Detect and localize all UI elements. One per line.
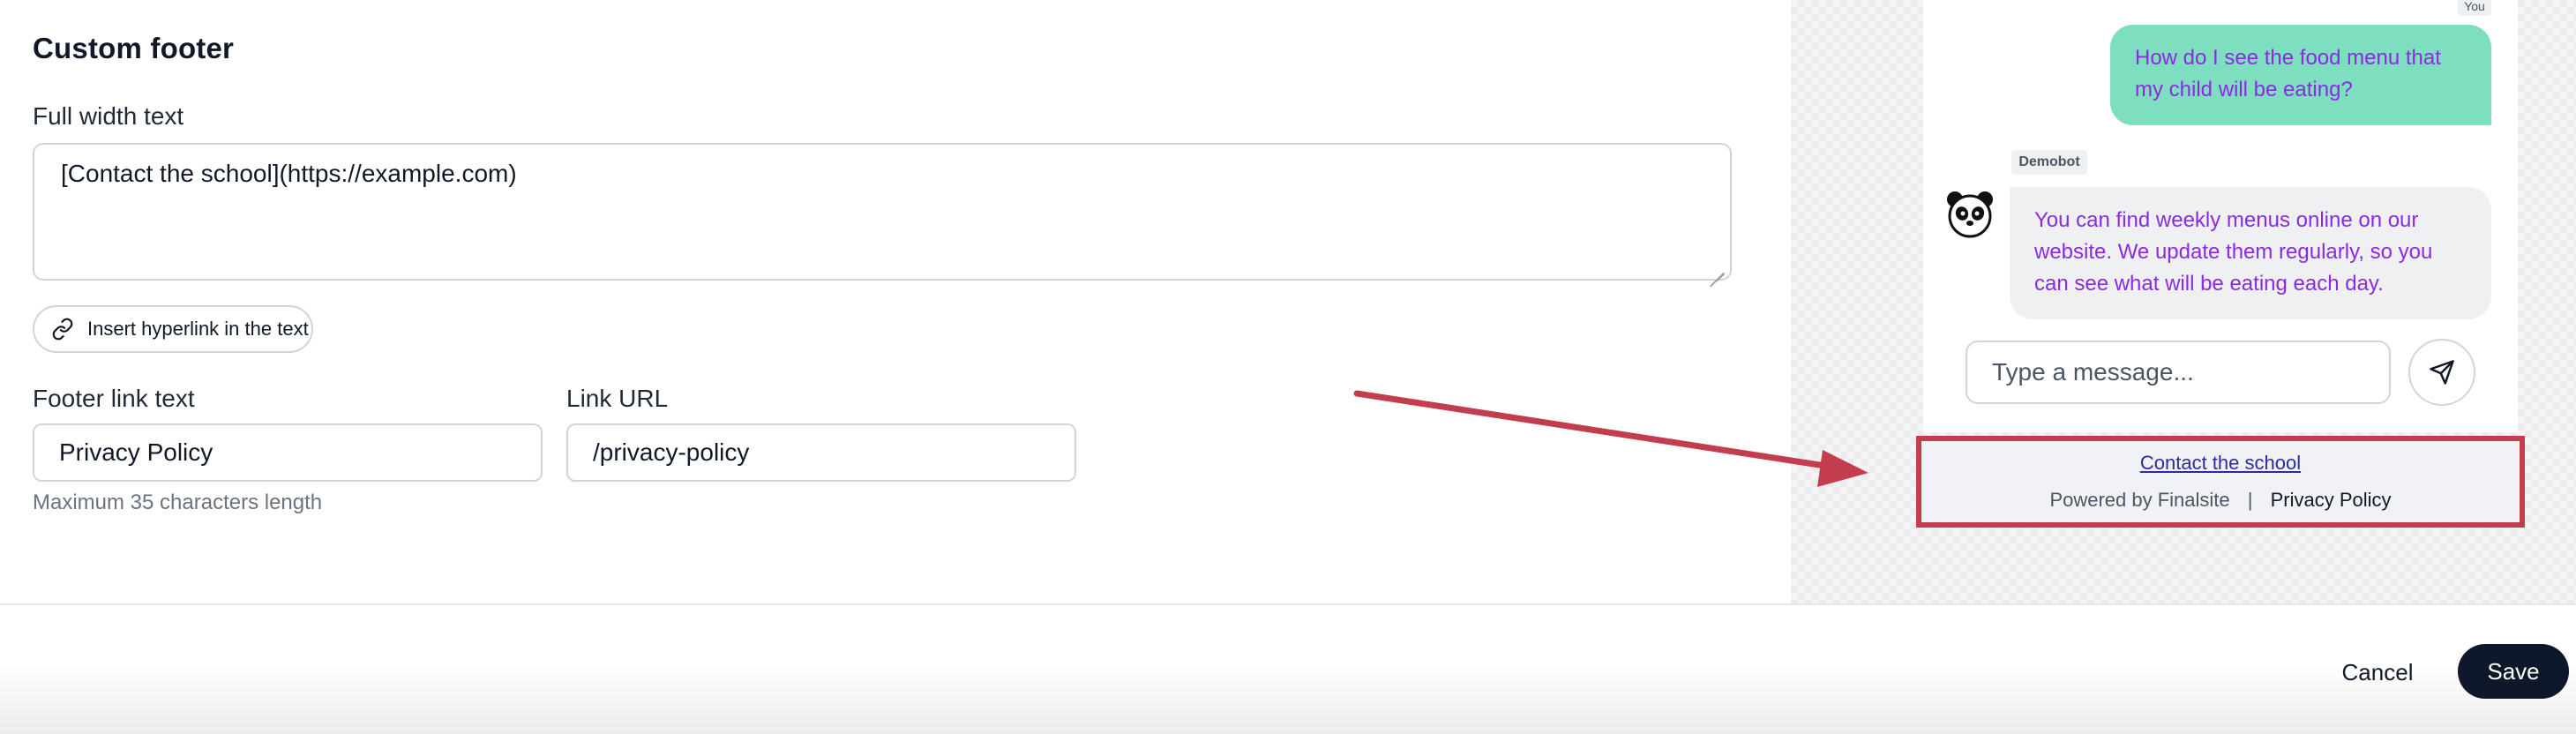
cancel-button[interactable]: Cancel [2329, 653, 2426, 692]
insert-hyperlink-label: Insert hyperlink in the text [87, 318, 309, 340]
resize-handle-icon[interactable] [1709, 258, 1725, 273]
full-width-text-field[interactable]: [Contact the school](https://example.com… [33, 143, 1732, 281]
footer-separator: | [2247, 489, 2253, 511]
section-title: Custom footer [33, 32, 235, 64]
save-button[interactable]: Save [2458, 644, 2569, 699]
insert-hyperlink-button[interactable]: Insert hyperlink in the text [33, 305, 313, 353]
send-icon [2430, 360, 2454, 385]
footer-preview-highlight: Contact the school Powered by Finalsite … [1916, 436, 2525, 528]
link-icon [50, 317, 75, 341]
custom-footer-form: Custom footer Full width text [Contact t… [0, 0, 1791, 603]
user-tag: You [2458, 0, 2491, 16]
app-root: Custom footer Full width text [Contact t… [0, 0, 2576, 734]
footer-link-text-input[interactable]: Privacy Policy [33, 423, 543, 482]
footer-meta-row: Powered by Finalsite | Privacy Policy [1921, 489, 2520, 512]
bot-name-tag: Demobot [2011, 150, 2087, 175]
footer-contact-link[interactable]: Contact the school [1921, 452, 2520, 475]
bot-message-bubble: You can find weekly menus online on our … [2010, 187, 2491, 319]
link-url-label: Link URL [566, 385, 669, 412]
panda-avatar-icon [1944, 189, 1996, 240]
action-bar [0, 603, 2576, 734]
footer-link-text-label: Footer link text [33, 385, 195, 412]
full-width-text-label: Full width text [33, 102, 184, 130]
send-button[interactable] [2408, 339, 2475, 406]
full-width-text-value: [Contact the school](https://example.com… [61, 160, 517, 187]
footer-privacy-link[interactable]: Privacy Policy [2271, 489, 2392, 511]
helper-text: Maximum 35 characters length [33, 491, 323, 514]
message-input[interactable]: Type a message... [1966, 341, 2391, 404]
powered-by-text: Powered by Finalsite [2049, 489, 2230, 511]
user-message-bubble: How do I see the food menu that my child… [2110, 25, 2491, 125]
link-url-input[interactable]: /privacy-policy [566, 423, 1076, 482]
